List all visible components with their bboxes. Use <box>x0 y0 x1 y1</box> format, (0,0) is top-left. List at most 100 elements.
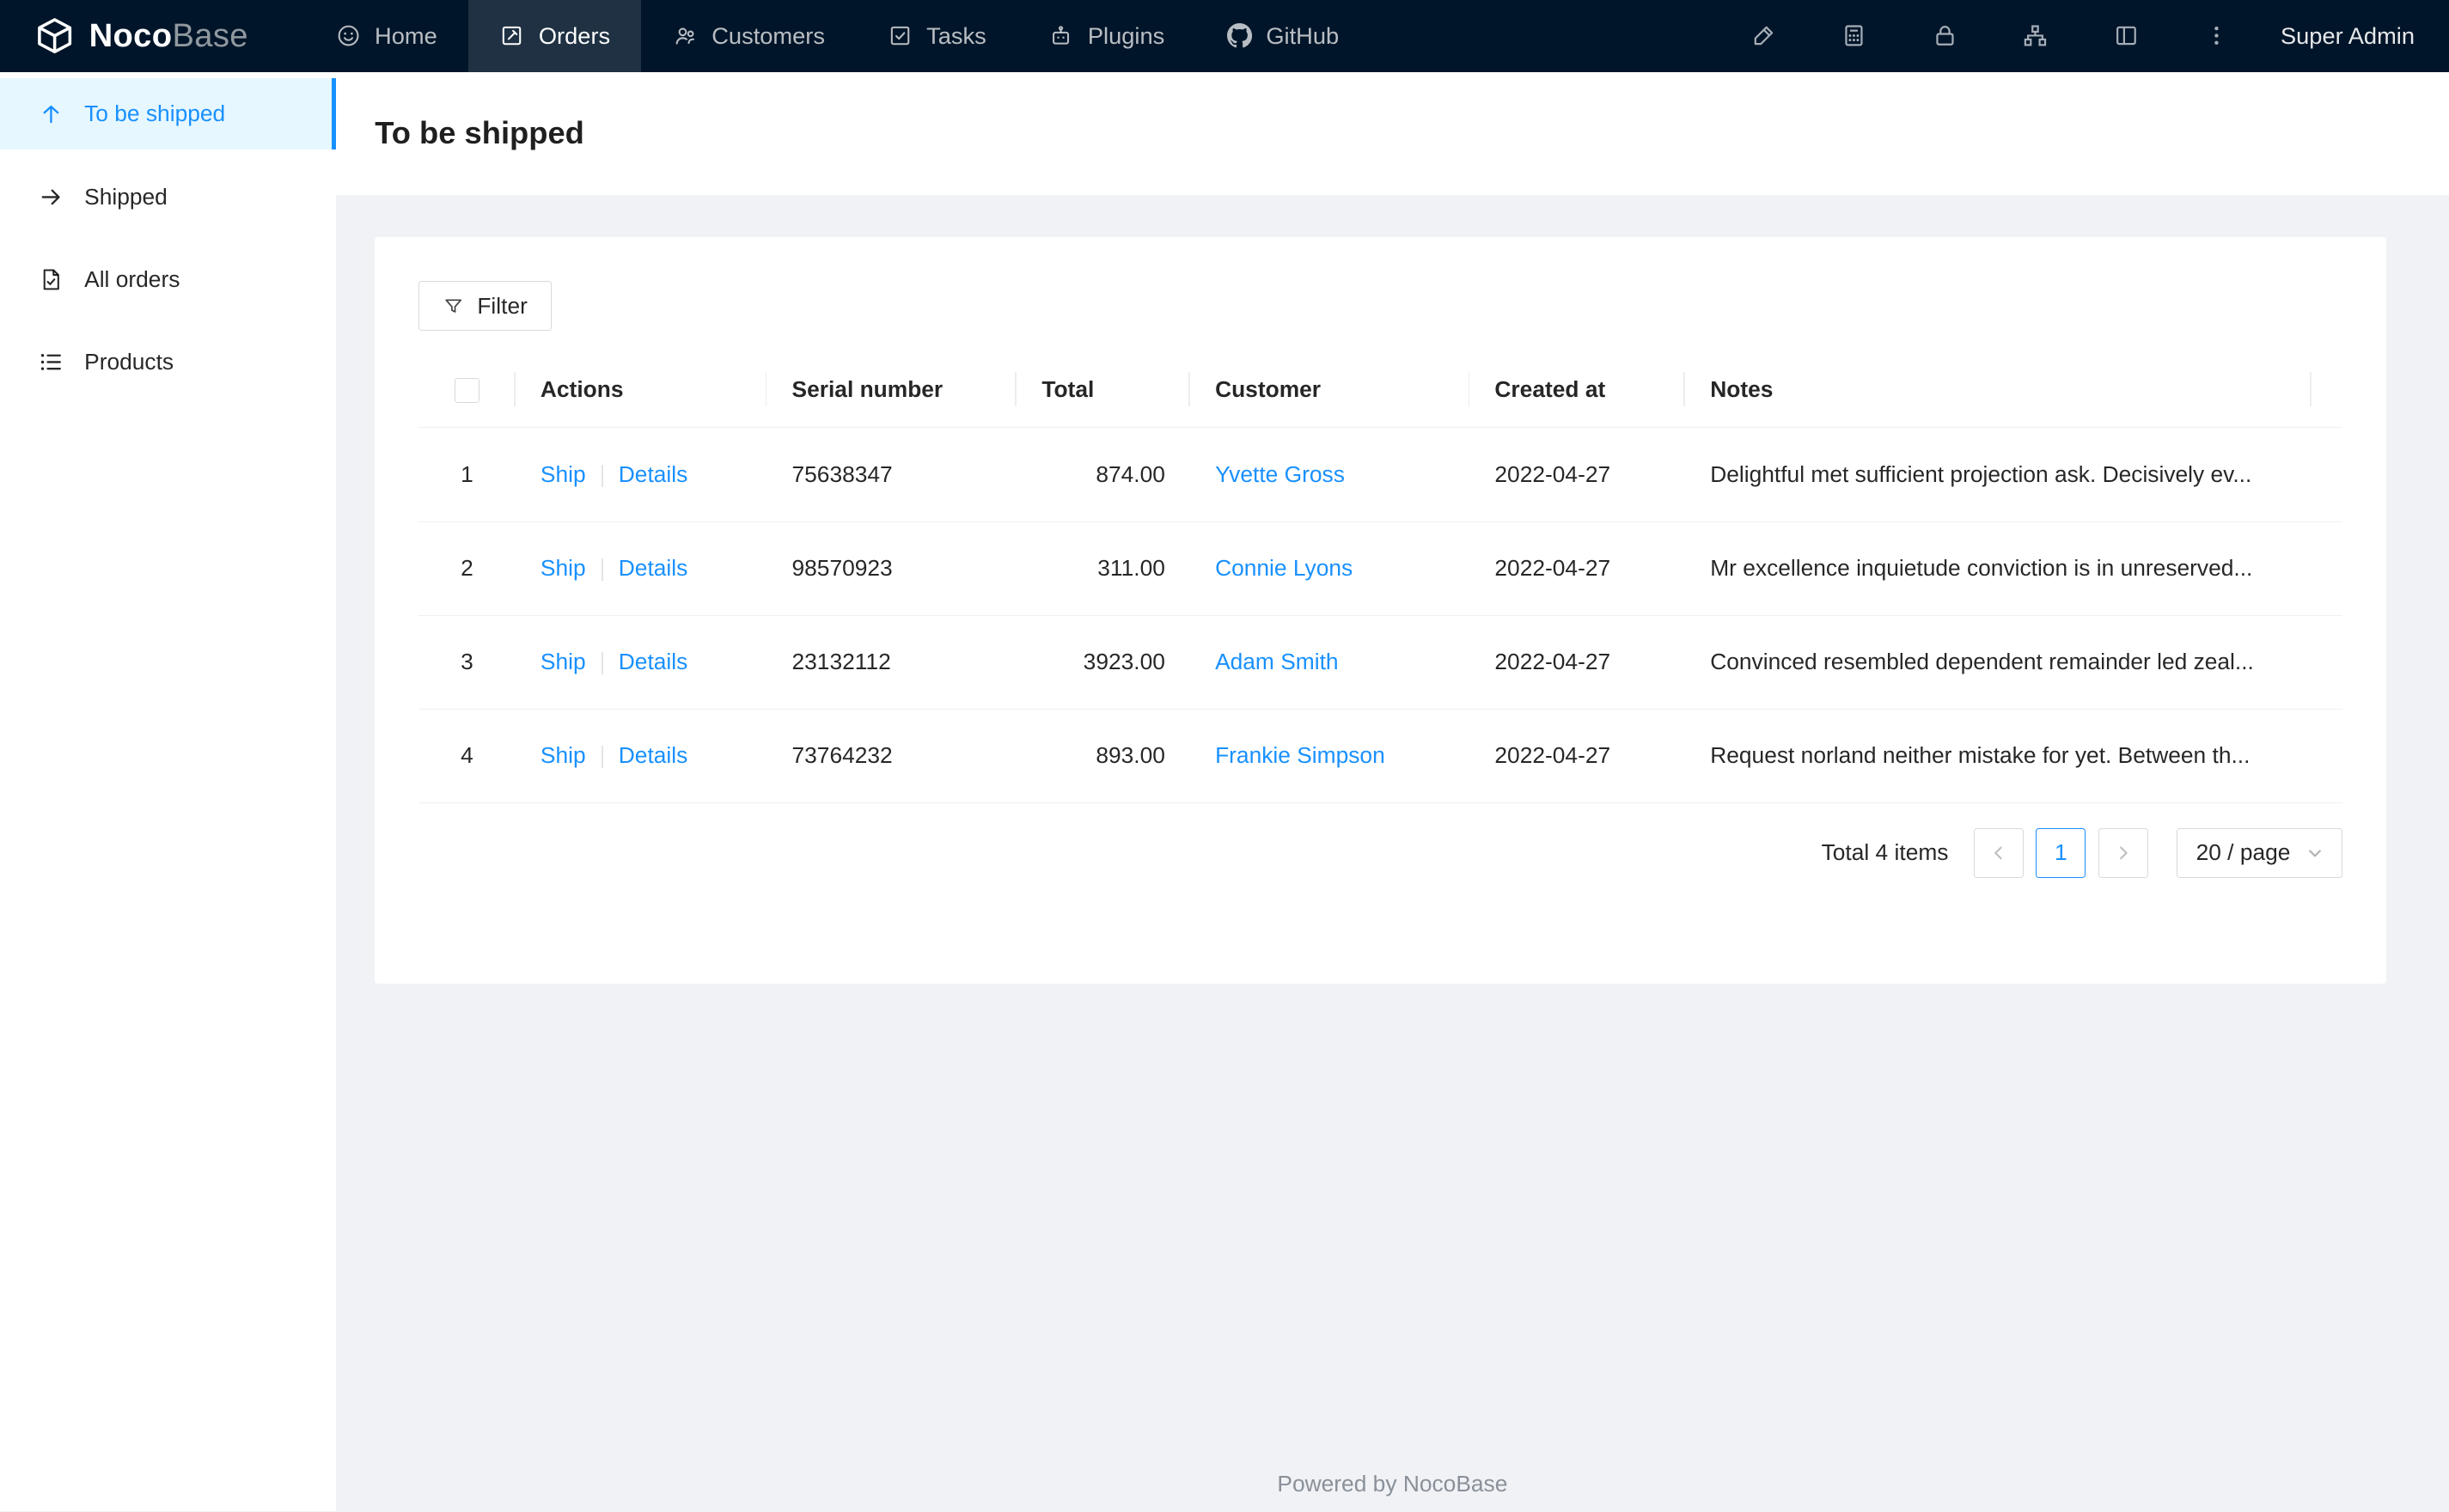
nav-item-tasks[interactable]: Tasks <box>856 0 1017 72</box>
column-header-customer: Customer <box>1189 351 1470 429</box>
created-cell: 2022-04-27 <box>1469 709 1686 803</box>
page-size-select[interactable]: 20 / page <box>2176 827 2343 878</box>
powered-by-footer: Powered by NocoBase <box>336 1471 2449 1497</box>
plugins-robot-icon <box>1048 23 1073 48</box>
total-cell: 874.00 <box>1017 427 1190 522</box>
orders-table-wrap: Actions Serial number Total Customer Cre… <box>418 351 2343 803</box>
list-icon <box>38 349 64 375</box>
filter-button[interactable]: Filter <box>418 281 553 332</box>
main-area: To be shipped Filter Actions Serial numb… <box>335 71 2449 1512</box>
ship-link[interactable]: Ship <box>540 461 586 487</box>
page-header: To be shipped <box>335 71 2449 196</box>
sidebar-item-to-be-shipped[interactable]: To be shipped <box>0 77 336 150</box>
details-link[interactable]: Details <box>619 555 688 581</box>
nav-item-label: Customers <box>711 21 825 49</box>
highlighter-pen-icon <box>1754 27 1774 46</box>
layout-icon <box>2116 27 2136 46</box>
home-smile-icon <box>336 23 361 48</box>
total-cell: 311.00 <box>1017 521 1190 616</box>
select-all-checkbox[interactable] <box>454 377 479 403</box>
content-area: Filter Actions Serial number Total Custo… <box>336 195 2449 1021</box>
user-menu[interactable]: Super Admin <box>2262 0 2449 72</box>
nocobase-logo[interactable]: Noco Base <box>0 0 277 72</box>
nav-item-label: Home <box>375 21 437 49</box>
row-index: 2 <box>461 555 473 582</box>
nav-item-label: GitHub <box>1266 21 1340 49</box>
total-cell: 3923.00 <box>1017 615 1190 710</box>
table-row: 1 Ship Details 75638347 874.00 Yvette Gro… <box>418 427 2343 522</box>
row-index: 1 <box>461 460 473 487</box>
nocobase-logo-text: Noco Base <box>89 16 248 54</box>
column-header-actions: Actions <box>515 351 767 429</box>
top-navbar: Noco Base Home Orders Customers Tasks Pl… <box>0 0 2449 72</box>
column-header-total: Total <box>1017 351 1190 429</box>
ship-link[interactable]: Ship <box>540 649 586 674</box>
org-chart-icon <box>2024 25 2047 46</box>
navbar-right: Super Admin <box>1719 0 2449 72</box>
details-link[interactable]: Details <box>619 649 688 674</box>
chevron-left-icon <box>1994 846 2002 860</box>
calculator-button[interactable] <box>1809 0 1899 72</box>
sidebar-item-products[interactable]: Products <box>0 326 336 399</box>
total-cell: 893.00 <box>1017 709 1190 803</box>
nav-item-home[interactable]: Home <box>304 0 468 72</box>
filter-button-label: Filter <box>477 292 528 319</box>
customer-link[interactable]: Adam Smith <box>1215 649 1338 674</box>
pagination-prev-button[interactable] <box>1973 827 2024 878</box>
ship-link[interactable]: Ship <box>540 742 586 768</box>
filter-funnel-icon <box>445 298 462 313</box>
details-link[interactable]: Details <box>619 742 688 768</box>
column-header-extra <box>2312 351 2343 429</box>
lock-icon <box>1936 26 1954 46</box>
sidebar-item-label: Shipped <box>84 183 168 210</box>
more-menu-button[interactable] <box>2171 0 2262 72</box>
sidebar-item-all-orders[interactable]: All orders <box>0 244 336 316</box>
notes-cell: Request norland neither mistake for yet.… <box>1685 709 2312 803</box>
row-index: 3 <box>461 649 473 675</box>
highlighter-pen-button[interactable] <box>1719 0 1809 72</box>
main-menu: Home Orders Customers Tasks Plugins GitH… <box>304 0 1370 72</box>
powered-by-text: Powered by NocoBase <box>1277 1471 1508 1497</box>
customer-link[interactable]: Frankie Simpson <box>1215 742 1385 768</box>
column-header-notes: Notes <box>1685 351 2312 429</box>
customers-team-icon <box>673 23 698 48</box>
chevron-down-icon <box>2308 850 2321 857</box>
lock-button[interactable] <box>1900 0 1990 72</box>
details-link[interactable]: Details <box>619 461 688 487</box>
pagination-page-1[interactable]: 1 <box>2036 827 2086 878</box>
table-row: 3 Ship Details 23132112 3923.00 Adam Smit… <box>418 615 2343 710</box>
orders-form-icon <box>499 23 524 48</box>
action-divider <box>601 652 603 674</box>
notes-cell: Convinced resembled dependent remainder … <box>1685 615 2312 710</box>
arrow-up-icon <box>38 101 64 127</box>
layout-button[interactable] <box>2080 0 2171 72</box>
serial-cell: 23132112 <box>766 615 1017 710</box>
nav-item-orders[interactable]: Orders <box>468 0 642 72</box>
action-divider <box>601 558 603 581</box>
nav-item-plugins[interactable]: Plugins <box>1017 0 1195 72</box>
chevron-right-icon <box>2120 846 2128 860</box>
pagination-next-button[interactable] <box>2098 827 2149 878</box>
ship-link[interactable]: Ship <box>540 555 586 581</box>
nav-item-label: Tasks <box>926 21 986 49</box>
nav-item-customers[interactable]: Customers <box>641 0 856 72</box>
serial-cell: 73764232 <box>766 709 1017 803</box>
tasks-check-square-icon <box>888 23 913 48</box>
created-cell: 2022-04-27 <box>1469 427 1686 522</box>
more-vertical-icon <box>2214 27 2219 46</box>
file-done-icon <box>38 266 64 293</box>
created-cell: 2022-04-27 <box>1469 521 1686 616</box>
sidebar-item-shipped[interactable]: Shipped <box>0 161 336 233</box>
action-divider <box>601 746 603 768</box>
notes-cell: Mr excellence inquietude conviction is i… <box>1685 521 2312 616</box>
pagination: Total 4 items 1 20 / page <box>418 827 2343 878</box>
nav-item-github[interactable]: GitHub <box>1196 0 1371 72</box>
page-title: To be shipped <box>375 115 584 151</box>
org-chart-button[interactable] <box>1990 0 2080 72</box>
github-icon <box>1226 23 1253 48</box>
serial-cell: 98570923 <box>766 521 1017 616</box>
customer-link[interactable]: Connie Lyons <box>1215 555 1353 581</box>
column-header-created: Created at <box>1469 351 1686 429</box>
customer-link[interactable]: Yvette Gross <box>1215 461 1345 487</box>
orders-card: Filter Actions Serial number Total Custo… <box>375 237 2387 985</box>
